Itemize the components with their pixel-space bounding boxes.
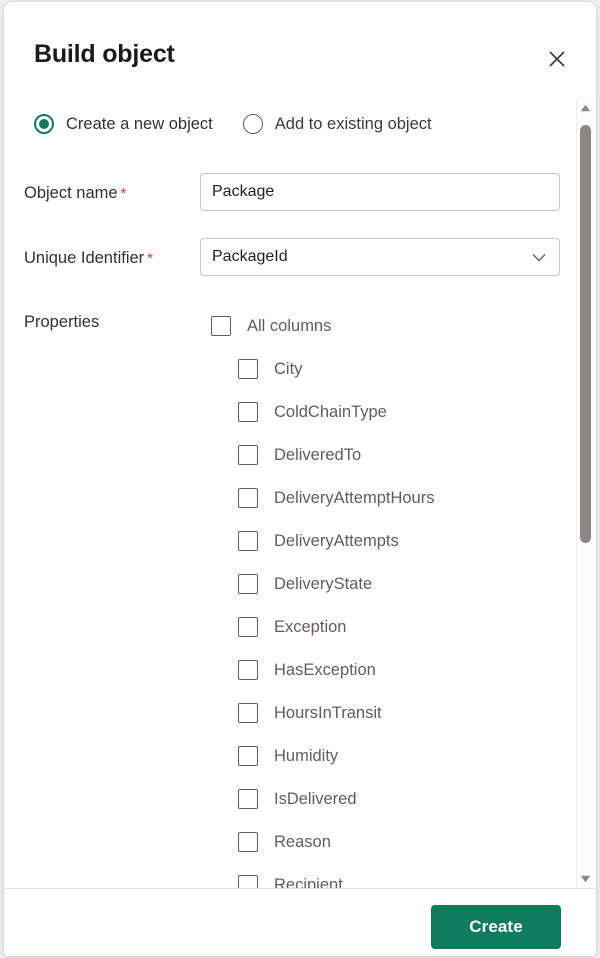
dialog-footer: Create bbox=[4, 889, 596, 956]
radio-add-to-existing-object[interactable]: Add to existing object bbox=[242, 114, 432, 134]
radio-create-new-object[interactable]: Create a new object bbox=[34, 114, 213, 134]
list-item[interactable]: DeliveryAttemptHours bbox=[238, 483, 434, 513]
list-item[interactable]: Exception bbox=[238, 612, 346, 642]
checkbox-unchecked-icon bbox=[238, 832, 258, 852]
list-item[interactable]: DeliveryState bbox=[238, 569, 372, 599]
list-item-label: HoursInTransit bbox=[274, 703, 382, 722]
list-item-label: Exception bbox=[274, 617, 347, 636]
radio-selected-icon bbox=[34, 114, 54, 134]
checkbox-unchecked-icon bbox=[238, 617, 258, 637]
list-item-label: Reason bbox=[274, 832, 331, 851]
object-name-label: Object name * bbox=[24, 184, 126, 203]
list-item-label: HasException bbox=[274, 660, 376, 679]
checkbox-unchecked-icon bbox=[238, 789, 258, 809]
checkbox-unchecked-icon bbox=[238, 488, 258, 508]
checkbox-all-columns-label: All columns bbox=[247, 316, 332, 335]
list-item[interactable]: Reason bbox=[238, 827, 331, 857]
list-item-label: ColdChainType bbox=[274, 402, 387, 421]
list-item[interactable]: HoursInTransit bbox=[238, 698, 382, 728]
list-item-label: Recipient bbox=[274, 875, 343, 889]
list-item-label: IsDelivered bbox=[274, 789, 357, 808]
checkbox-unchecked-icon bbox=[238, 531, 258, 551]
object-name-input[interactable] bbox=[200, 173, 560, 211]
properties-scrollbar[interactable] bbox=[576, 99, 594, 888]
list-item[interactable]: HasException bbox=[238, 655, 376, 685]
radio-unselected-icon bbox=[242, 114, 263, 134]
object-name-label-text: Object name bbox=[24, 184, 118, 202]
create-button[interactable]: Create bbox=[431, 905, 561, 949]
list-item-label: DeliveryAttemptHours bbox=[274, 488, 435, 507]
unique-identifier-value: PackageId bbox=[212, 248, 288, 265]
checkbox-unchecked-icon bbox=[238, 445, 258, 465]
checkbox-unchecked-icon bbox=[238, 359, 258, 379]
scroll-up-button[interactable] bbox=[577, 99, 594, 117]
close-icon bbox=[547, 49, 567, 69]
build-object-dialog: Build object Create a new object Add to … bbox=[4, 2, 596, 956]
unique-identifier-label-text: Unique Identifier bbox=[24, 249, 145, 267]
close-button[interactable] bbox=[540, 42, 574, 76]
radio-add-to-existing-object-label: Add to existing object bbox=[274, 114, 432, 133]
list-item[interactable]: Humidity bbox=[238, 741, 338, 771]
list-item-label: DeliveryState bbox=[274, 574, 373, 593]
list-item[interactable]: IsDelivered bbox=[238, 784, 357, 814]
checkbox-unchecked-icon bbox=[238, 746, 258, 766]
checkbox-unchecked-icon bbox=[238, 875, 258, 888]
checkbox-unchecked-icon bbox=[238, 574, 258, 594]
triangle-down-icon bbox=[580, 870, 591, 888]
list-item-label: DeliveryAttempts bbox=[274, 531, 399, 550]
list-item[interactable]: City bbox=[238, 354, 302, 384]
list-item-label: City bbox=[274, 359, 303, 378]
checkbox-unchecked-icon bbox=[238, 402, 258, 422]
list-item[interactable]: DeliveryAttempts bbox=[238, 526, 399, 556]
dialog-header: Build object bbox=[4, 2, 596, 98]
unique-identifier-required-marker: * bbox=[147, 250, 154, 267]
chevron-down-icon bbox=[530, 248, 548, 266]
page-title: Build object bbox=[34, 40, 175, 68]
checkbox-all-columns[interactable]: All columns bbox=[211, 311, 331, 341]
scroll-down-button[interactable] bbox=[577, 870, 594, 888]
list-item[interactable]: ColdChainType bbox=[238, 397, 387, 427]
checkbox-unchecked-icon bbox=[238, 703, 258, 723]
list-item[interactable]: DeliveredTo bbox=[238, 440, 361, 470]
unique-identifier-label: Unique Identifier * bbox=[24, 249, 153, 268]
object-mode-radio-group: Create a new object Add to existing obje… bbox=[34, 114, 462, 134]
list-item[interactable]: Recipient bbox=[238, 870, 343, 888]
checkbox-unchecked-icon bbox=[238, 660, 258, 680]
radio-create-new-object-label: Create a new object bbox=[66, 114, 213, 133]
object-name-required-marker: * bbox=[120, 185, 127, 202]
checkbox-unchecked-icon bbox=[211, 316, 231, 336]
list-item-label: Humidity bbox=[274, 746, 339, 765]
triangle-up-icon bbox=[580, 99, 591, 117]
scrollbar-thumb[interactable] bbox=[580, 125, 591, 543]
unique-identifier-dropdown[interactable]: PackageId bbox=[200, 238, 560, 276]
properties-list: All columns City ColdChainType Delivered… bbox=[4, 302, 596, 888]
list-item-label: DeliveredTo bbox=[274, 445, 362, 464]
